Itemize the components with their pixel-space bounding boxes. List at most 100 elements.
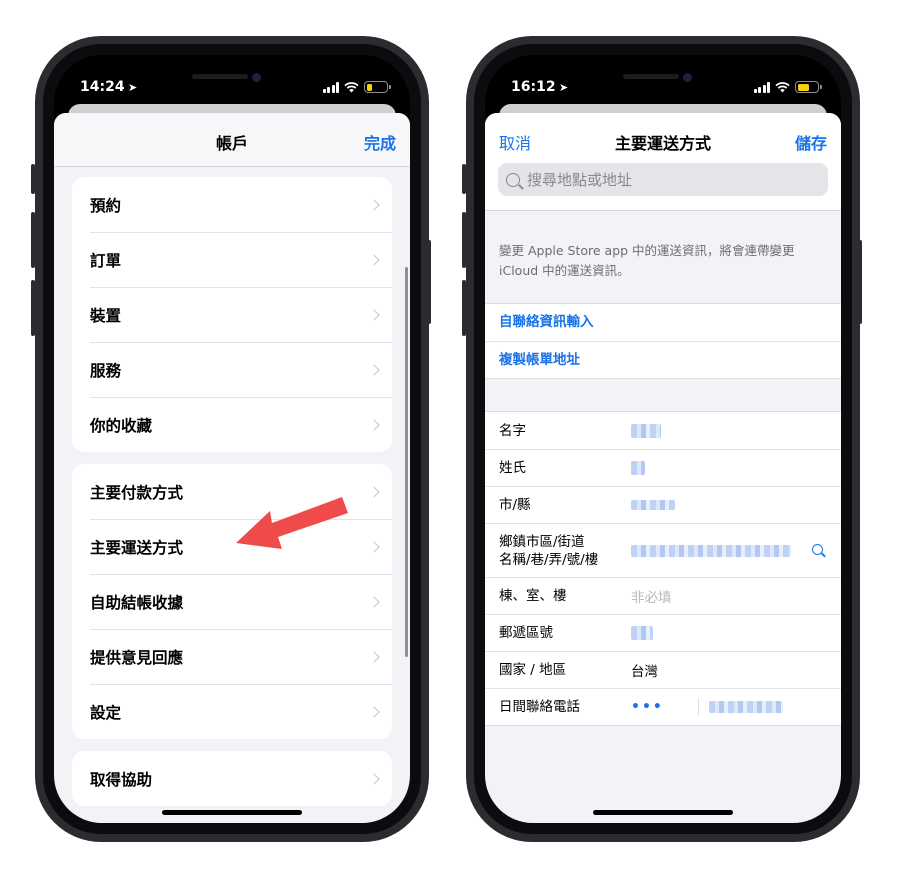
first-name-label: 名字 [499,422,526,439]
chevron-right-icon [368,540,380,553]
phone-screen-account: 14:24 ➤ 帳戶 完成 預約 訂單 裝置 服務 你的收藏 主要付款方式 主要… [54,55,410,823]
last-name-field-redacted[interactable] [631,461,645,475]
chevron-right-icon [368,772,380,785]
status-bar: 16:12 ➤ [485,79,841,101]
country-row[interactable]: 國家 / 地區 台灣 [485,651,841,688]
phone-country-code[interactable]: ••• [631,699,664,715]
chevron-right-icon [368,595,380,608]
menu-item-label: 自助結帳收據 [90,593,184,612]
menu-item-feedback[interactable]: 提供意見回應 [72,629,392,684]
autofill-links: 自聯絡資訊輸入 複製帳單地址 [485,303,841,379]
fill-from-contact-link[interactable]: 自聯絡資訊輸入 [485,304,841,341]
search-bar-container: 搜尋地點或地址 [485,163,841,211]
nav-bar: 取消 主要運送方式 儲存 [485,113,841,163]
menu-item-label: 你的收藏 [90,416,153,435]
first-name-row[interactable]: 名字 [485,412,841,449]
phone-divider [697,698,699,716]
chevron-right-icon [368,253,380,266]
battery-charging-icon [795,81,822,93]
menu-item-favorites[interactable]: 你的收藏 [72,397,392,452]
menu-group-help: 取得協助 [72,751,392,806]
country-label: 國家 / 地區 [499,662,567,678]
menu-item-reservations[interactable]: 預約 [72,177,392,232]
chevron-right-icon [368,650,380,663]
address-form: 名字 姓氏 市/縣 鄉鎮市區/街道 名稱/巷/弄/號/樓 棟、室、樓 非必填 郵… [485,411,841,726]
search-address-icon[interactable] [812,543,823,555]
home-indicator[interactable] [162,810,302,815]
postal-code-row[interactable]: 郵遞區號 [485,614,841,651]
menu-item-label: 設定 [90,703,122,722]
menu-item-label: 提供意見回應 [90,648,184,667]
chevron-right-icon [368,418,380,431]
street-field-redacted[interactable] [631,544,791,557]
menu-item-label: 取得協助 [90,770,153,789]
copy-billing-address-link[interactable]: 複製帳單地址 [485,341,841,378]
status-icons [753,81,822,93]
search-placeholder: 搜尋地點或地址 [527,171,633,189]
account-sheet: 帳戶 完成 預約 訂單 裝置 服務 你的收藏 主要付款方式 主要運送方式 自助結… [54,113,410,823]
status-time: 14:24 [80,79,125,95]
arrow-shape [236,497,348,549]
street-label-line2: 名稱/巷/弄/號/樓 [499,551,599,568]
city-row[interactable]: 市/縣 [485,486,841,523]
chevron-right-icon [368,363,380,376]
chevron-right-icon [368,308,380,321]
status-bar: 14:24 ➤ [54,79,410,101]
postal-code-field-redacted[interactable] [631,626,653,640]
street-row[interactable]: 鄉鎮市區/街道 名稱/巷/弄/號/樓 [485,523,841,577]
menu-item-self-checkout-receipts[interactable]: 自助結帳收據 [72,574,392,629]
location-arrow-icon: ➤ [128,81,138,94]
phone-bezel: 14:24 ➤ 帳戶 完成 預約 訂單 裝置 服務 你的收藏 主要付款方式 主要… [43,44,421,834]
street-label: 鄉鎮市區/街道 名稱/巷/弄/號/樓 [499,533,631,569]
done-button[interactable]: 完成 [364,130,396,154]
country-value[interactable]: 台灣 [631,660,658,680]
phone-bezel: 16:12 ➤ 取消 主要運送方式 儲存 搜尋地點或地址 變更 Apple St… [474,44,852,834]
first-name-field-redacted[interactable] [631,423,661,438]
menu-item-label: 預約 [90,196,122,215]
search-icon [506,172,520,187]
scrollbar[interactable] [405,267,408,657]
phone-label: 日間聯絡電話 [499,699,580,715]
menu-item-settings[interactable]: 設定 [72,684,392,739]
menu-item-label: 裝置 [90,306,122,325]
page-title: 主要運送方式 [614,134,711,153]
chevron-right-icon [368,705,380,718]
cellular-signal-icon [753,81,770,93]
shipping-description: 變更 Apple Store app 中的運送資訊，將會連帶變更 iCloud … [499,243,795,278]
wifi-icon [775,81,790,92]
building-field[interactable]: 非必填 [631,586,672,606]
menu-item-get-help[interactable]: 取得協助 [72,751,392,806]
search-input[interactable]: 搜尋地點或地址 [498,163,828,196]
menu-item-label: 主要付款方式 [90,483,184,502]
city-field-redacted[interactable] [631,500,675,510]
building-row[interactable]: 棟、室、樓 非必填 [485,577,841,614]
city-label: 市/縣 [499,497,531,513]
menu-item-orders[interactable]: 訂單 [72,232,392,287]
wifi-icon [344,81,359,92]
phone-row[interactable]: 日間聯絡電話 ••• [485,688,841,725]
chevron-right-icon [368,485,380,498]
menu-item-services[interactable]: 服務 [72,342,392,397]
cellular-signal-icon [322,81,339,93]
chevron-right-icon [368,198,380,211]
street-label-line1: 鄉鎮市區/街道 [499,533,585,550]
postal-code-label: 郵遞區號 [499,625,553,641]
phone-left: 14:24 ➤ 帳戶 完成 預約 訂單 裝置 服務 你的收藏 主要付款方式 主要… [35,36,429,842]
menu-item-label: 主要運送方式 [90,538,184,557]
home-indicator[interactable] [593,810,733,815]
status-time: 16:12 [511,79,556,95]
phone-screen-shipping: 16:12 ➤ 取消 主要運送方式 儲存 搜尋地點或地址 變更 Apple St… [485,55,841,823]
last-name-row[interactable]: 姓氏 [485,449,841,486]
phone-number-field-redacted[interactable] [708,701,783,713]
location-arrow-icon: ➤ [559,81,569,94]
battery-icon [364,81,391,93]
last-name-label: 姓氏 [499,460,526,476]
status-icons [322,81,391,93]
shipping-sheet: 取消 主要運送方式 儲存 搜尋地點或地址 變更 Apple Store app … [485,113,841,823]
menu-item-devices[interactable]: 裝置 [72,287,392,342]
nav-bar: 帳戶 完成 [54,113,410,167]
save-button[interactable]: 儲存 [795,130,827,154]
phone-right: 16:12 ➤ 取消 主要運送方式 儲存 搜尋地點或地址 變更 Apple St… [466,36,860,842]
page-title: 帳戶 [215,134,248,153]
